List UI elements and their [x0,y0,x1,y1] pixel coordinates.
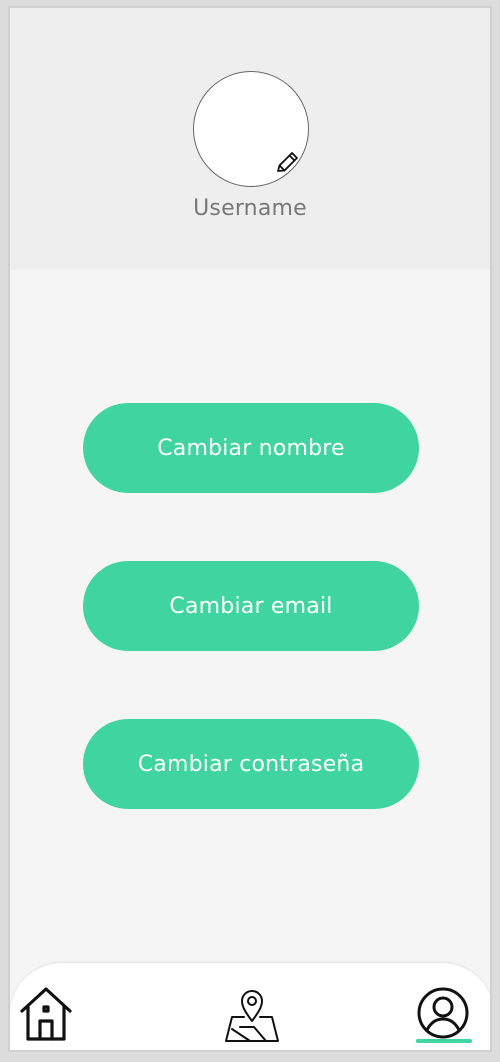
change-email-button[interactable]: Cambiar email [83,561,419,651]
pencil-icon[interactable] [272,148,302,178]
active-tab-indicator [416,1039,472,1043]
username-label: Username [193,196,307,221]
user-circle-icon [417,987,469,1039]
map-pin-icon [225,990,279,1042]
nav-item-home[interactable] [14,981,78,1045]
bottom-navigation [10,963,490,1050]
nav-item-profile[interactable] [411,981,475,1045]
home-icon [20,987,72,1041]
change-password-button[interactable]: Cambiar contraseña [83,719,419,809]
change-name-button[interactable]: Cambiar nombre [83,403,419,493]
avatar[interactable] [193,71,309,187]
profile-header: Username [10,8,490,270]
nav-item-map[interactable] [220,981,284,1045]
app-screen: Username Cambiar nombre Cambiar email Ca… [8,6,492,1052]
